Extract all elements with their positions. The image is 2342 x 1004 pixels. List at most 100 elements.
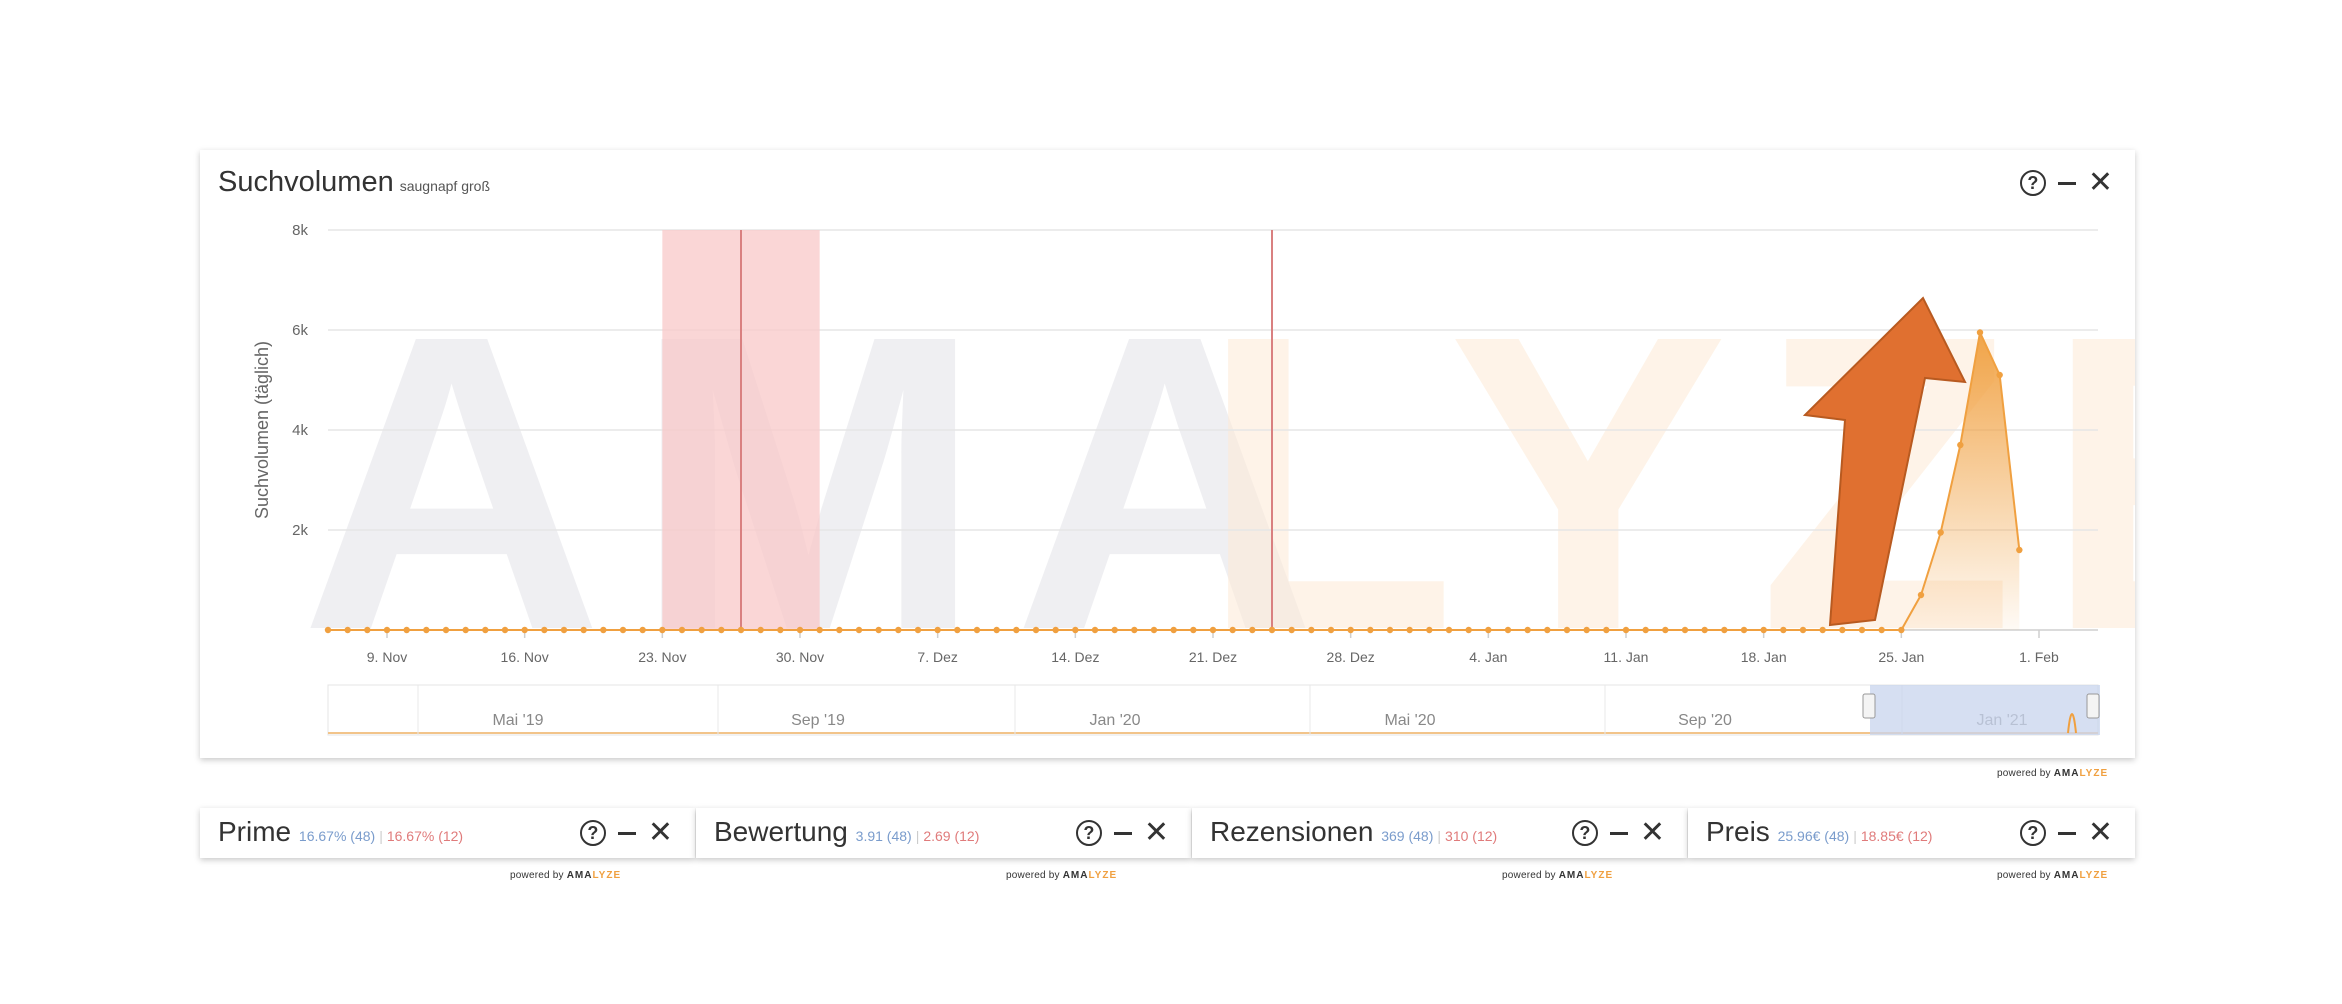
data-point: [954, 626, 961, 634]
data-point: [383, 626, 391, 634]
bewertung-value-1: 3.91 (48): [855, 828, 912, 844]
data-point: [659, 626, 666, 634]
data-point: [1131, 626, 1138, 634]
data-point: [344, 626, 351, 634]
data-point: [1111, 626, 1118, 634]
minimize-icon[interactable]: [1609, 831, 1628, 835]
data-point: [1858, 626, 1866, 634]
powered-prefix: powered by: [1997, 768, 2054, 779]
data-point: [1780, 626, 1787, 634]
data-point: [1583, 626, 1590, 634]
powered-lyze: LYZE: [2079, 768, 2109, 779]
data-point: [1386, 626, 1394, 634]
y-axis-title: Suchvolumen (täglich): [252, 341, 272, 519]
x-tick-label: 1. Feb: [2019, 649, 2059, 665]
data-point: [737, 626, 745, 634]
y-tick-label: 4k: [292, 422, 308, 439]
watermark-ama: AMA: [300, 249, 1346, 718]
data-point: [1288, 626, 1295, 634]
bewertung-value-2: 2.69 (12): [923, 828, 980, 844]
x-tick-label: 4. Jan: [1469, 649, 1507, 665]
data-point: [600, 626, 607, 634]
data-point: [1622, 626, 1630, 634]
preis-card: Preis 25.96€ (48) | 18.85€ (12) ? ✕: [1688, 808, 2135, 858]
data-point: [1445, 626, 1453, 634]
minimize-icon[interactable]: [2057, 831, 2076, 835]
x-tick-label: 11. Jan: [1604, 649, 1649, 665]
powered-by-rezensionen: powered by AMALYZE: [1502, 870, 1614, 881]
data-point: [1268, 626, 1276, 634]
data-point: [1917, 591, 1925, 599]
prime-value-2: 16.67% (12): [386, 828, 464, 844]
data-point: [993, 626, 1000, 634]
data-point: [619, 626, 627, 634]
data-point: [1150, 626, 1158, 634]
data-point: [1976, 329, 1984, 336]
data-point: [403, 626, 410, 634]
x-tick-label: 30. Nov: [776, 649, 824, 665]
x-tick-label: 14. Dez: [1051, 649, 1099, 665]
data-point: [1937, 529, 1944, 536]
close-icon[interactable]: ✕: [1640, 818, 1665, 848]
help-icon[interactable]: ?: [1571, 820, 1598, 846]
data-point: [1524, 626, 1531, 634]
navigator-handle-left[interactable]: [1862, 693, 1876, 719]
data-point: [1957, 441, 1964, 449]
data-point: [1603, 626, 1610, 634]
navigator-label: Sep '20: [1678, 712, 1732, 729]
navigator-label: Sep '19: [791, 712, 845, 729]
data-point: [796, 626, 804, 634]
help-icon[interactable]: ?: [2019, 820, 2046, 846]
data-point: [1740, 626, 1748, 634]
data-point: [678, 626, 686, 634]
data-point: [1406, 626, 1413, 634]
help-icon[interactable]: ?: [1075, 820, 1102, 846]
data-point: [1485, 626, 1492, 634]
navigator-handle-right[interactable]: [2086, 693, 2100, 719]
prime-controls: ? ✕: [579, 818, 673, 848]
data-point: [816, 626, 823, 634]
x-tick-label: 16. Nov: [501, 649, 549, 665]
data-point: [364, 626, 371, 634]
powered-by-bewertung: powered by AMALYZE: [1006, 870, 1118, 881]
x-tick-label: 23. Nov: [638, 649, 686, 665]
data-point: [1367, 626, 1374, 634]
data-point: [1504, 626, 1512, 634]
help-icon[interactable]: ?: [579, 820, 606, 846]
data-point: [1072, 626, 1079, 634]
data-point: [1563, 626, 1571, 634]
navigator-label: Jan '20: [1089, 712, 1140, 729]
data-point: [855, 626, 863, 634]
data-point: [1878, 626, 1885, 634]
data-point: [1229, 626, 1236, 634]
bewertung-title: Bewertung: [714, 816, 848, 847]
data-point: [718, 626, 725, 634]
close-icon[interactable]: ✕: [648, 818, 673, 848]
data-point: [1426, 626, 1433, 634]
rezensionen-card: Rezensionen 369 (48) | 310 (12) ? ✕: [1192, 808, 1687, 858]
data-point: [698, 626, 705, 634]
minimize-icon[interactable]: [617, 831, 636, 835]
data-point: [914, 626, 922, 634]
powered-ama: AMA: [2053, 768, 2080, 779]
navigator-label: Mai '20: [1384, 712, 1435, 729]
close-icon[interactable]: ✕: [1144, 818, 1169, 848]
data-point: [1681, 626, 1689, 634]
x-tick-label: 9. Nov: [367, 649, 407, 665]
data-point: [777, 626, 784, 634]
x-tick-label: 7. Dez: [917, 649, 957, 665]
x-tick-label: 25. Jan: [1878, 649, 1924, 665]
prime-value-1: 16.67% (48): [298, 828, 376, 844]
minimize-icon[interactable]: [1113, 831, 1132, 835]
data-point: [1799, 626, 1807, 634]
bewertung-controls: ? ✕: [1075, 818, 1169, 848]
data-point: [2016, 546, 2023, 554]
data-point: [875, 626, 882, 634]
data-point: [1898, 626, 1905, 634]
data-point: [442, 626, 450, 634]
data-point: [1091, 626, 1099, 634]
x-tick-label: 18. Jan: [1741, 649, 1787, 665]
close-icon[interactable]: ✕: [2088, 818, 2113, 848]
data-point: [1308, 626, 1315, 634]
preis-controls: ? ✕: [2019, 818, 2113, 848]
